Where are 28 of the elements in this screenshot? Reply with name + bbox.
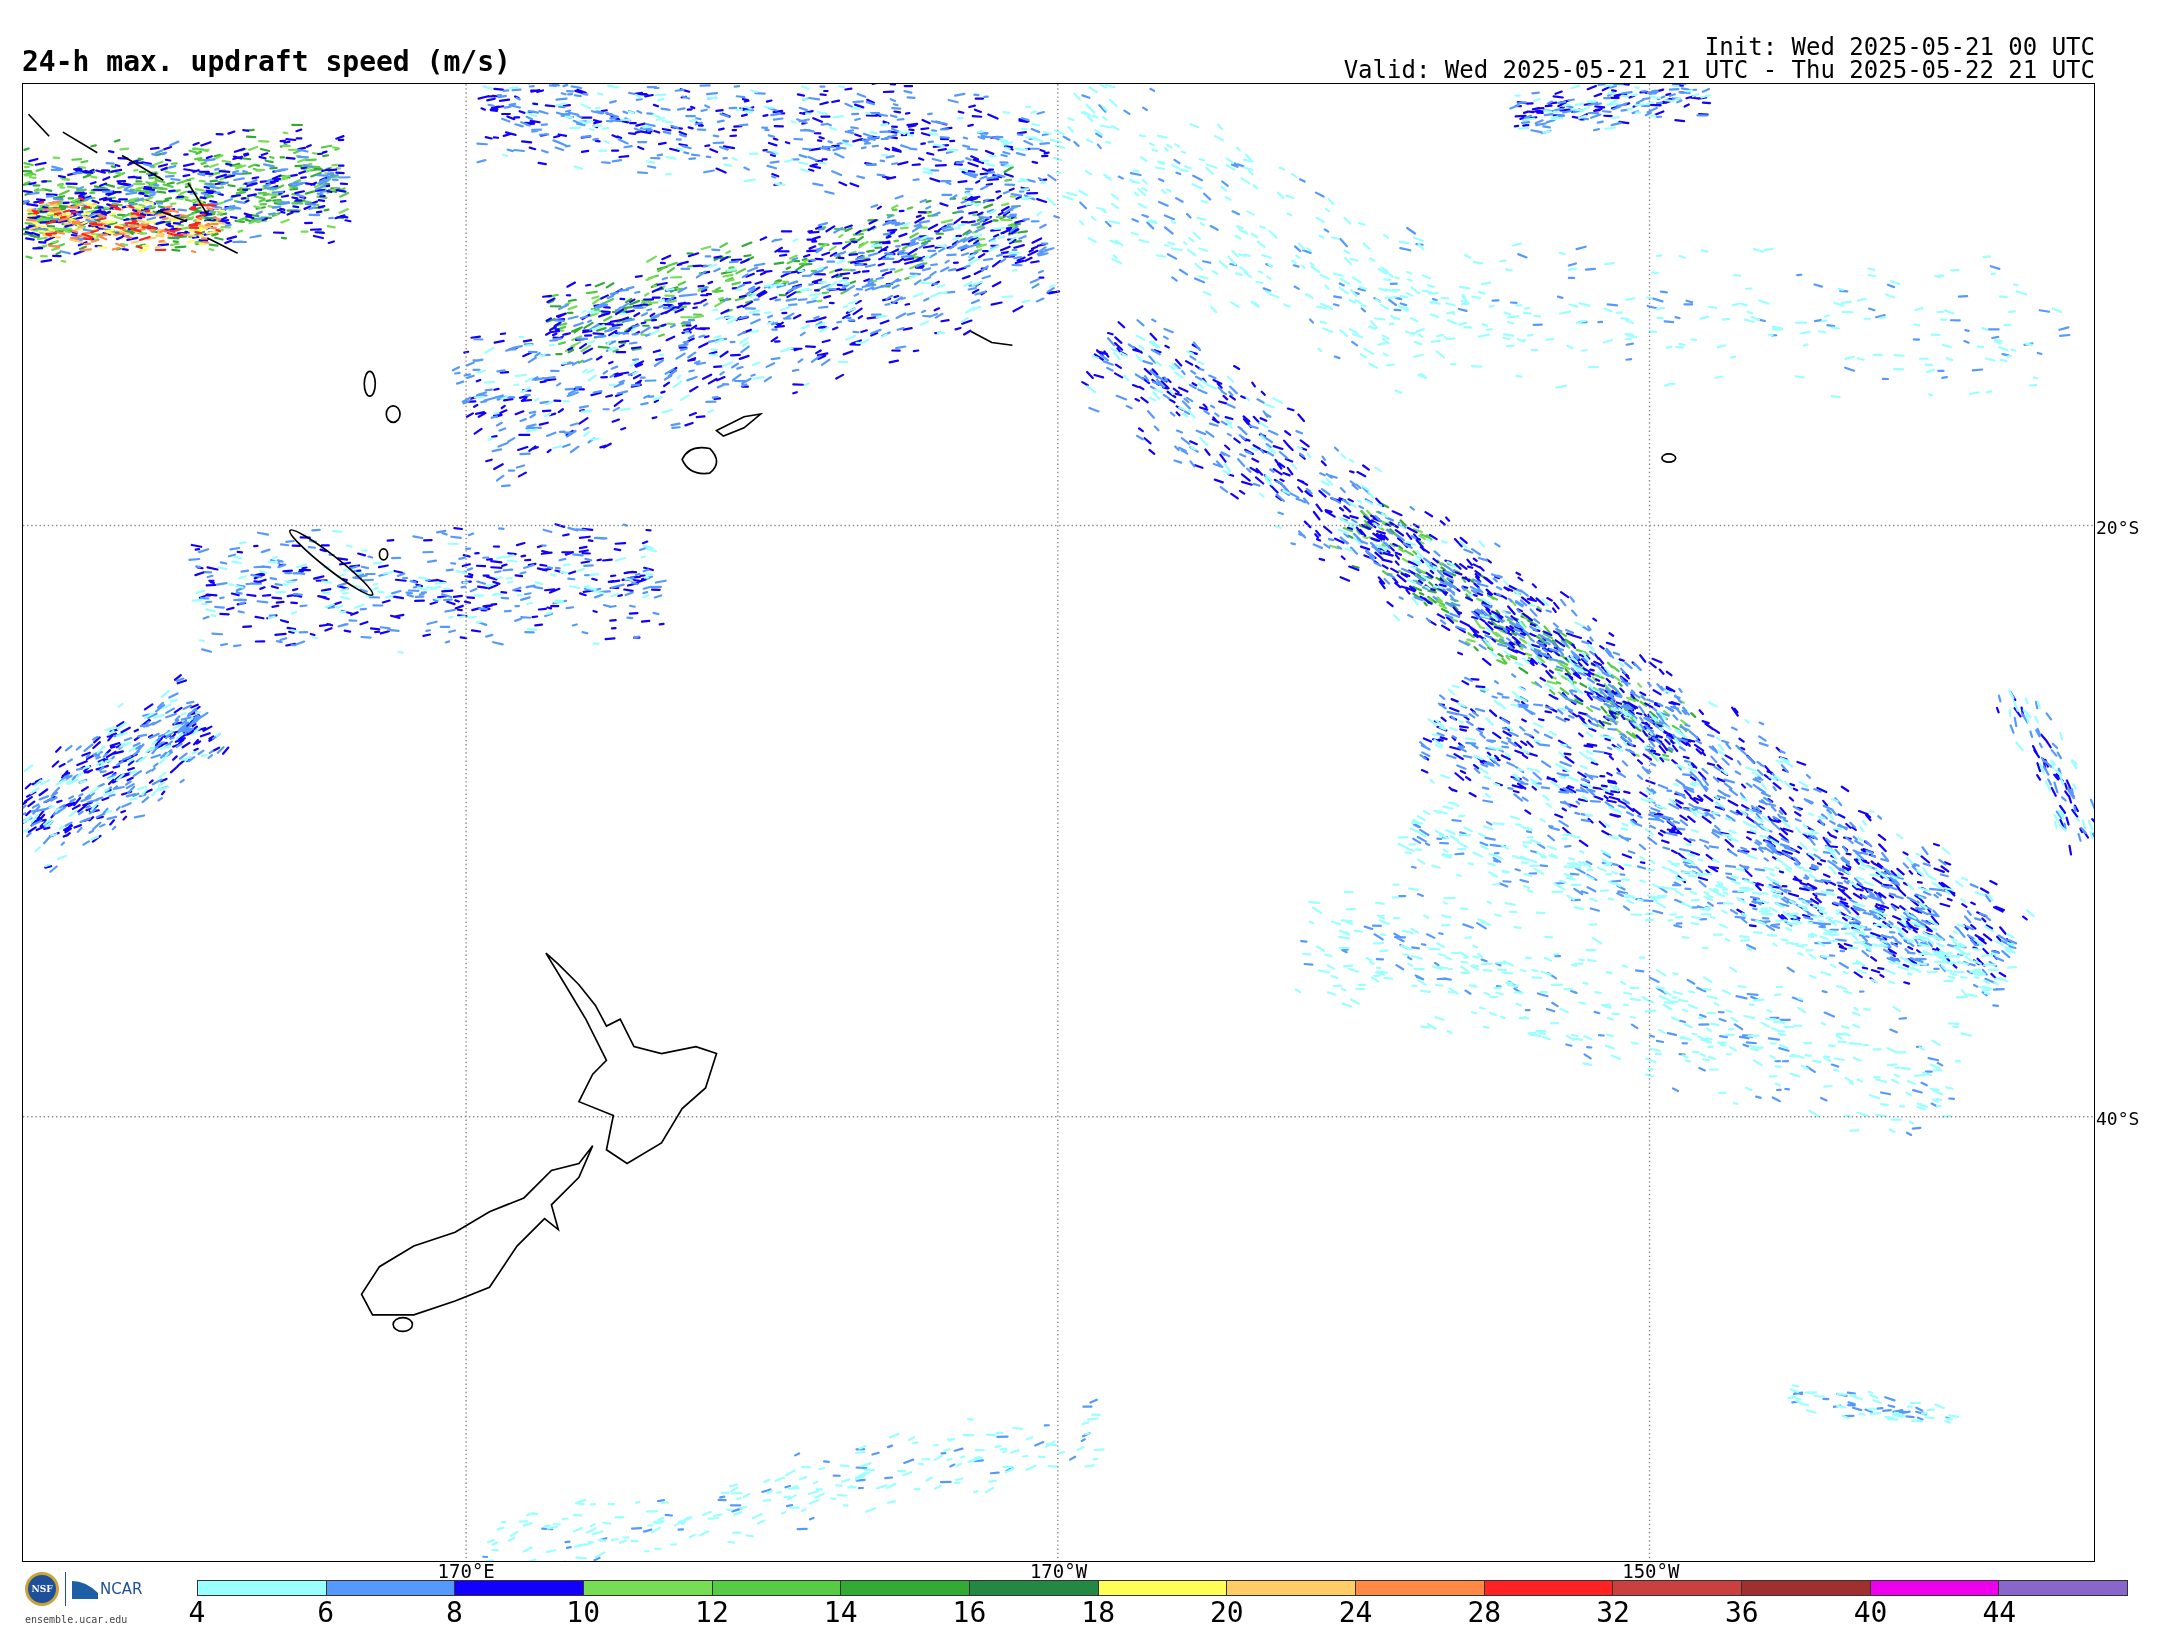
longitude-label: 170°W — [1029, 1561, 1088, 1581]
init-time: Init: Wed 2025-05-21 00 UTC — [1704, 36, 2095, 59]
legend-label: 20 — [1210, 1598, 1244, 1626]
legend-label: 44 — [1982, 1598, 2017, 1626]
legend-label: 6 — [317, 1598, 335, 1626]
legend-label: 8 — [446, 1598, 463, 1626]
logo-name: NCAR — [100, 1580, 143, 1598]
legend-label: 18 — [1081, 1598, 1115, 1626]
latitude-label: 40°S — [2095, 1107, 2140, 1129]
longitude-label: 170°E — [437, 1561, 495, 1581]
legend-label: 40 — [1853, 1598, 1888, 1626]
longitude-label: 150°W — [1622, 1561, 1680, 1581]
legend-label: 28 — [1467, 1598, 1502, 1626]
valid-period: Valid: Wed 2025-05-21 21 UTC - Thu 2025-05-22 21 UTC — [1343, 59, 2095, 82]
legend-label: 24 — [1338, 1598, 1373, 1626]
legend-label: 14 — [823, 1598, 858, 1626]
legend-label: 32 — [1596, 1598, 1630, 1626]
site-url: ensemble.ucar.edu — [25, 1614, 129, 1625]
swoosh-icon — [72, 1579, 98, 1599]
legend-label: 36 — [1724, 1598, 1759, 1626]
legend-label: 10 — [566, 1598, 601, 1626]
legend-label: 16 — [952, 1598, 987, 1626]
seal-text: NSF — [31, 1584, 53, 1594]
map-title: 24-h max. updraft speed (m/s) — [22, 46, 511, 78]
legend-label: 4 — [188, 1598, 206, 1626]
legend-label: 12 — [695, 1598, 729, 1626]
seal-icon — [25, 1572, 59, 1606]
latitude-label: 20°S — [2095, 516, 2140, 538]
